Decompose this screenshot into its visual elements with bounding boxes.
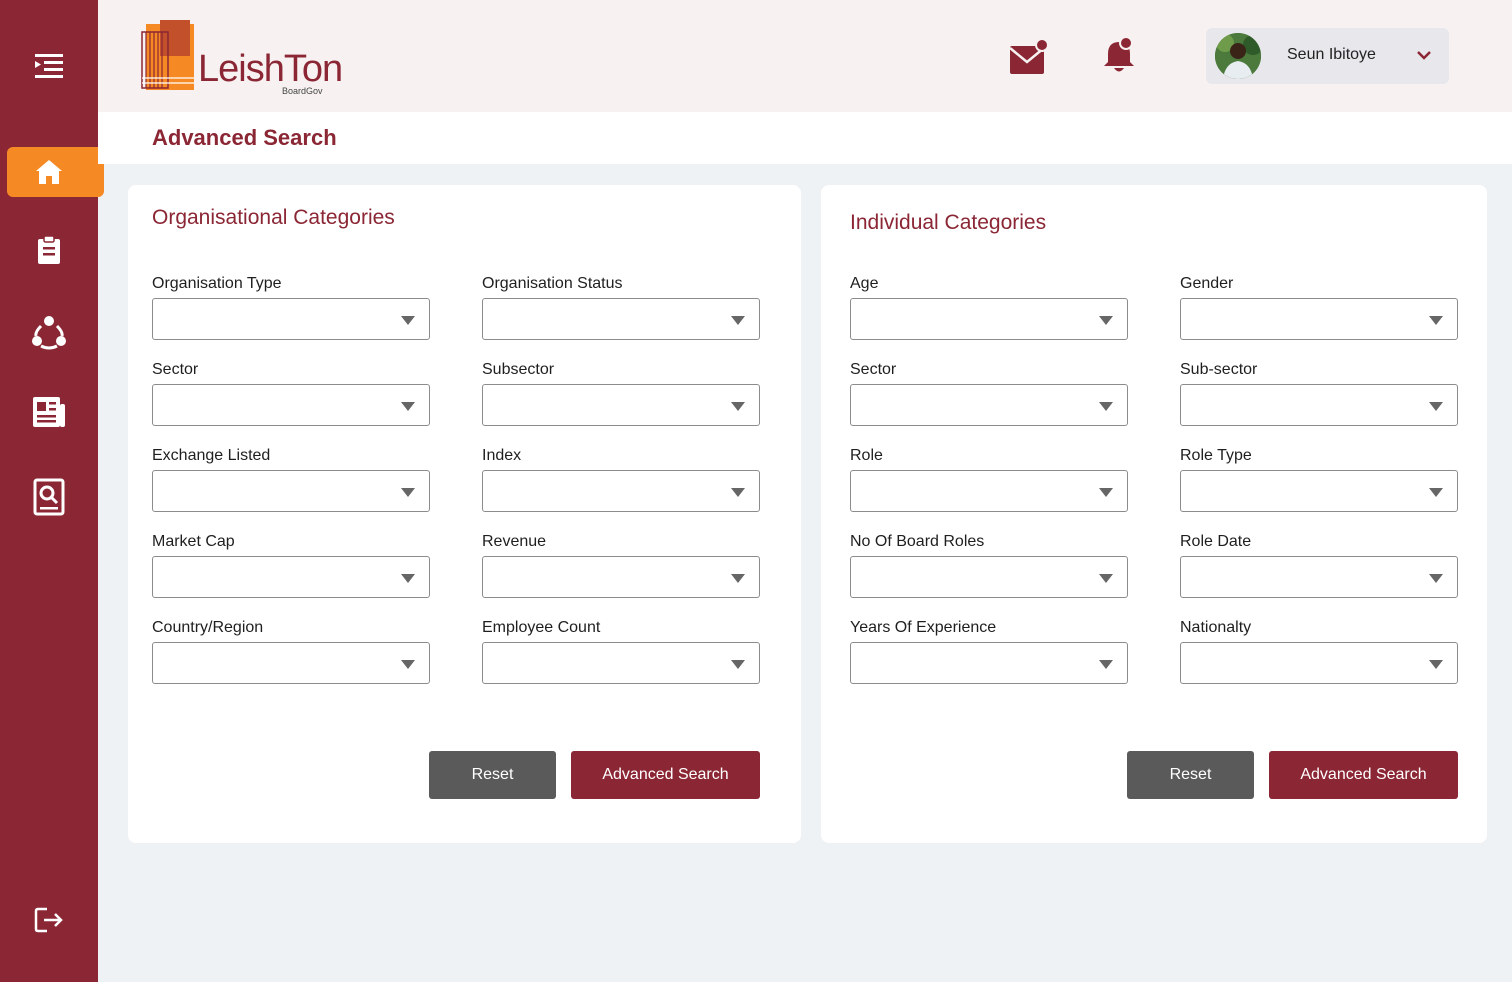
caret-down-icon <box>731 574 745 583</box>
caret-down-icon <box>731 402 745 411</box>
mail-button[interactable] <box>1008 38 1050 81</box>
field-label: Sector <box>152 361 199 378</box>
logo-subtitle: BoardGov <box>282 86 323 96</box>
field-label: Nationalty <box>1180 619 1252 636</box>
field-label: Organisation Status <box>482 275 623 292</box>
field-label: Revenue <box>482 533 547 550</box>
organisation-type-select[interactable] <box>152 298 430 340</box>
field-label: Country/Region <box>152 619 264 636</box>
no-of-board-roles-select[interactable] <box>850 556 1128 598</box>
top-header: LeishTon BoardGov Seun Ibitoye <box>98 0 1512 112</box>
caret-down-icon <box>401 488 415 497</box>
role-type-select[interactable] <box>1180 470 1458 512</box>
user-name: Seun Ibitoye <box>1287 46 1376 63</box>
sector-select[interactable] <box>152 384 430 426</box>
logo-mark-icon <box>141 20 194 90</box>
caret-down-icon <box>401 402 415 411</box>
field-label: Age <box>850 275 879 292</box>
field-label: Sub-sector <box>1180 361 1258 378</box>
clipboard-icon <box>38 235 60 264</box>
reset-button[interactable]: Reset <box>1127 751 1254 799</box>
logo-text: LeishTon <box>198 48 343 90</box>
app-logo[interactable]: LeishTon BoardGov <box>140 18 343 96</box>
caret-down-icon <box>1429 488 1443 497</box>
newspaper-icon <box>33 397 65 427</box>
caret-down-icon <box>1099 316 1113 325</box>
employee-count-select[interactable] <box>482 642 760 684</box>
title-bar: Advanced Search <box>98 112 1512 164</box>
menu-icon[interactable] <box>0 50 98 82</box>
document-search-icon <box>33 478 65 516</box>
panel-title: Organisational Categories <box>152 206 395 229</box>
user-menu[interactable]: Seun Ibitoye <box>1206 28 1449 84</box>
field-label: Role Date <box>1180 533 1252 550</box>
field-label: Role Type <box>1180 447 1252 464</box>
advanced-search-button[interactable]: Advanced Search <box>1269 751 1458 799</box>
field-label: Role <box>850 447 883 464</box>
caret-down-icon <box>1429 316 1443 325</box>
caret-down-icon <box>1099 574 1113 583</box>
notifications-button[interactable] <box>1102 36 1138 81</box>
advanced-search-button[interactable]: Advanced Search <box>571 751 760 799</box>
bell-icon <box>1104 36 1134 72</box>
organisational-categories-panel: Organisational Categories Organisation T… <box>128 185 801 843</box>
page-title: Advanced Search <box>152 125 337 150</box>
logout-icon <box>34 907 63 933</box>
market-cap-select[interactable] <box>152 556 430 598</box>
people-icon <box>32 316 66 350</box>
panel-title: Individual Categories <box>850 211 1047 234</box>
sidebar-item-documents[interactable] <box>0 234 98 266</box>
subsector-select[interactable] <box>482 384 760 426</box>
sidebar-item-home[interactable] <box>7 147 104 197</box>
caret-down-icon <box>401 574 415 583</box>
field-label: Sector <box>850 361 897 378</box>
role-date-select[interactable] <box>1180 556 1458 598</box>
revenue-select[interactable] <box>482 556 760 598</box>
caret-down-icon <box>731 316 745 325</box>
index-select[interactable] <box>482 470 760 512</box>
field-label: Subsector <box>482 361 555 378</box>
sidebar-item-news[interactable] <box>0 396 98 428</box>
sidebar <box>0 0 104 982</box>
sidebar-item-network[interactable] <box>0 314 98 350</box>
caret-down-icon <box>401 660 415 669</box>
field-label: Organisation Type <box>152 275 282 292</box>
chevron-down-icon <box>1416 48 1432 66</box>
caret-down-icon <box>1099 488 1113 497</box>
sidebar-item-search[interactable] <box>0 478 98 516</box>
avatar <box>1215 33 1261 79</box>
caret-down-icon <box>731 488 745 497</box>
caret-down-icon <box>731 660 745 669</box>
field-label: Employee Count <box>482 619 601 636</box>
caret-down-icon <box>1429 660 1443 669</box>
caret-down-icon <box>1099 660 1113 669</box>
individual-categories-panel: Individual Categories Age Gender Sector … <box>821 185 1487 843</box>
caret-down-icon <box>1429 402 1443 411</box>
field-label: Years Of Experience <box>850 619 997 636</box>
home-icon <box>35 160 62 184</box>
sector-select[interactable] <box>850 384 1128 426</box>
years-of-experience-select[interactable] <box>850 642 1128 684</box>
organisation-status-select[interactable] <box>482 298 760 340</box>
caret-down-icon <box>401 316 415 325</box>
gender-select[interactable] <box>1180 298 1458 340</box>
role-select[interactable] <box>850 470 1128 512</box>
country-region-select[interactable] <box>152 642 430 684</box>
caret-down-icon <box>1099 402 1113 411</box>
field-label: Gender <box>1180 275 1234 292</box>
field-label: Index <box>482 447 522 464</box>
logout-button[interactable] <box>0 906 98 934</box>
exchange-listed-select[interactable] <box>152 470 430 512</box>
age-select[interactable] <box>850 298 1128 340</box>
field-label: No Of Board Roles <box>850 533 985 550</box>
caret-down-icon <box>1429 574 1443 583</box>
field-label: Exchange Listed <box>152 447 271 464</box>
reset-button[interactable]: Reset <box>429 751 556 799</box>
nationality-select[interactable] <box>1180 642 1458 684</box>
mail-icon <box>1009 38 1049 74</box>
sub-sector-select[interactable] <box>1180 384 1458 426</box>
field-label: Market Cap <box>152 533 235 550</box>
